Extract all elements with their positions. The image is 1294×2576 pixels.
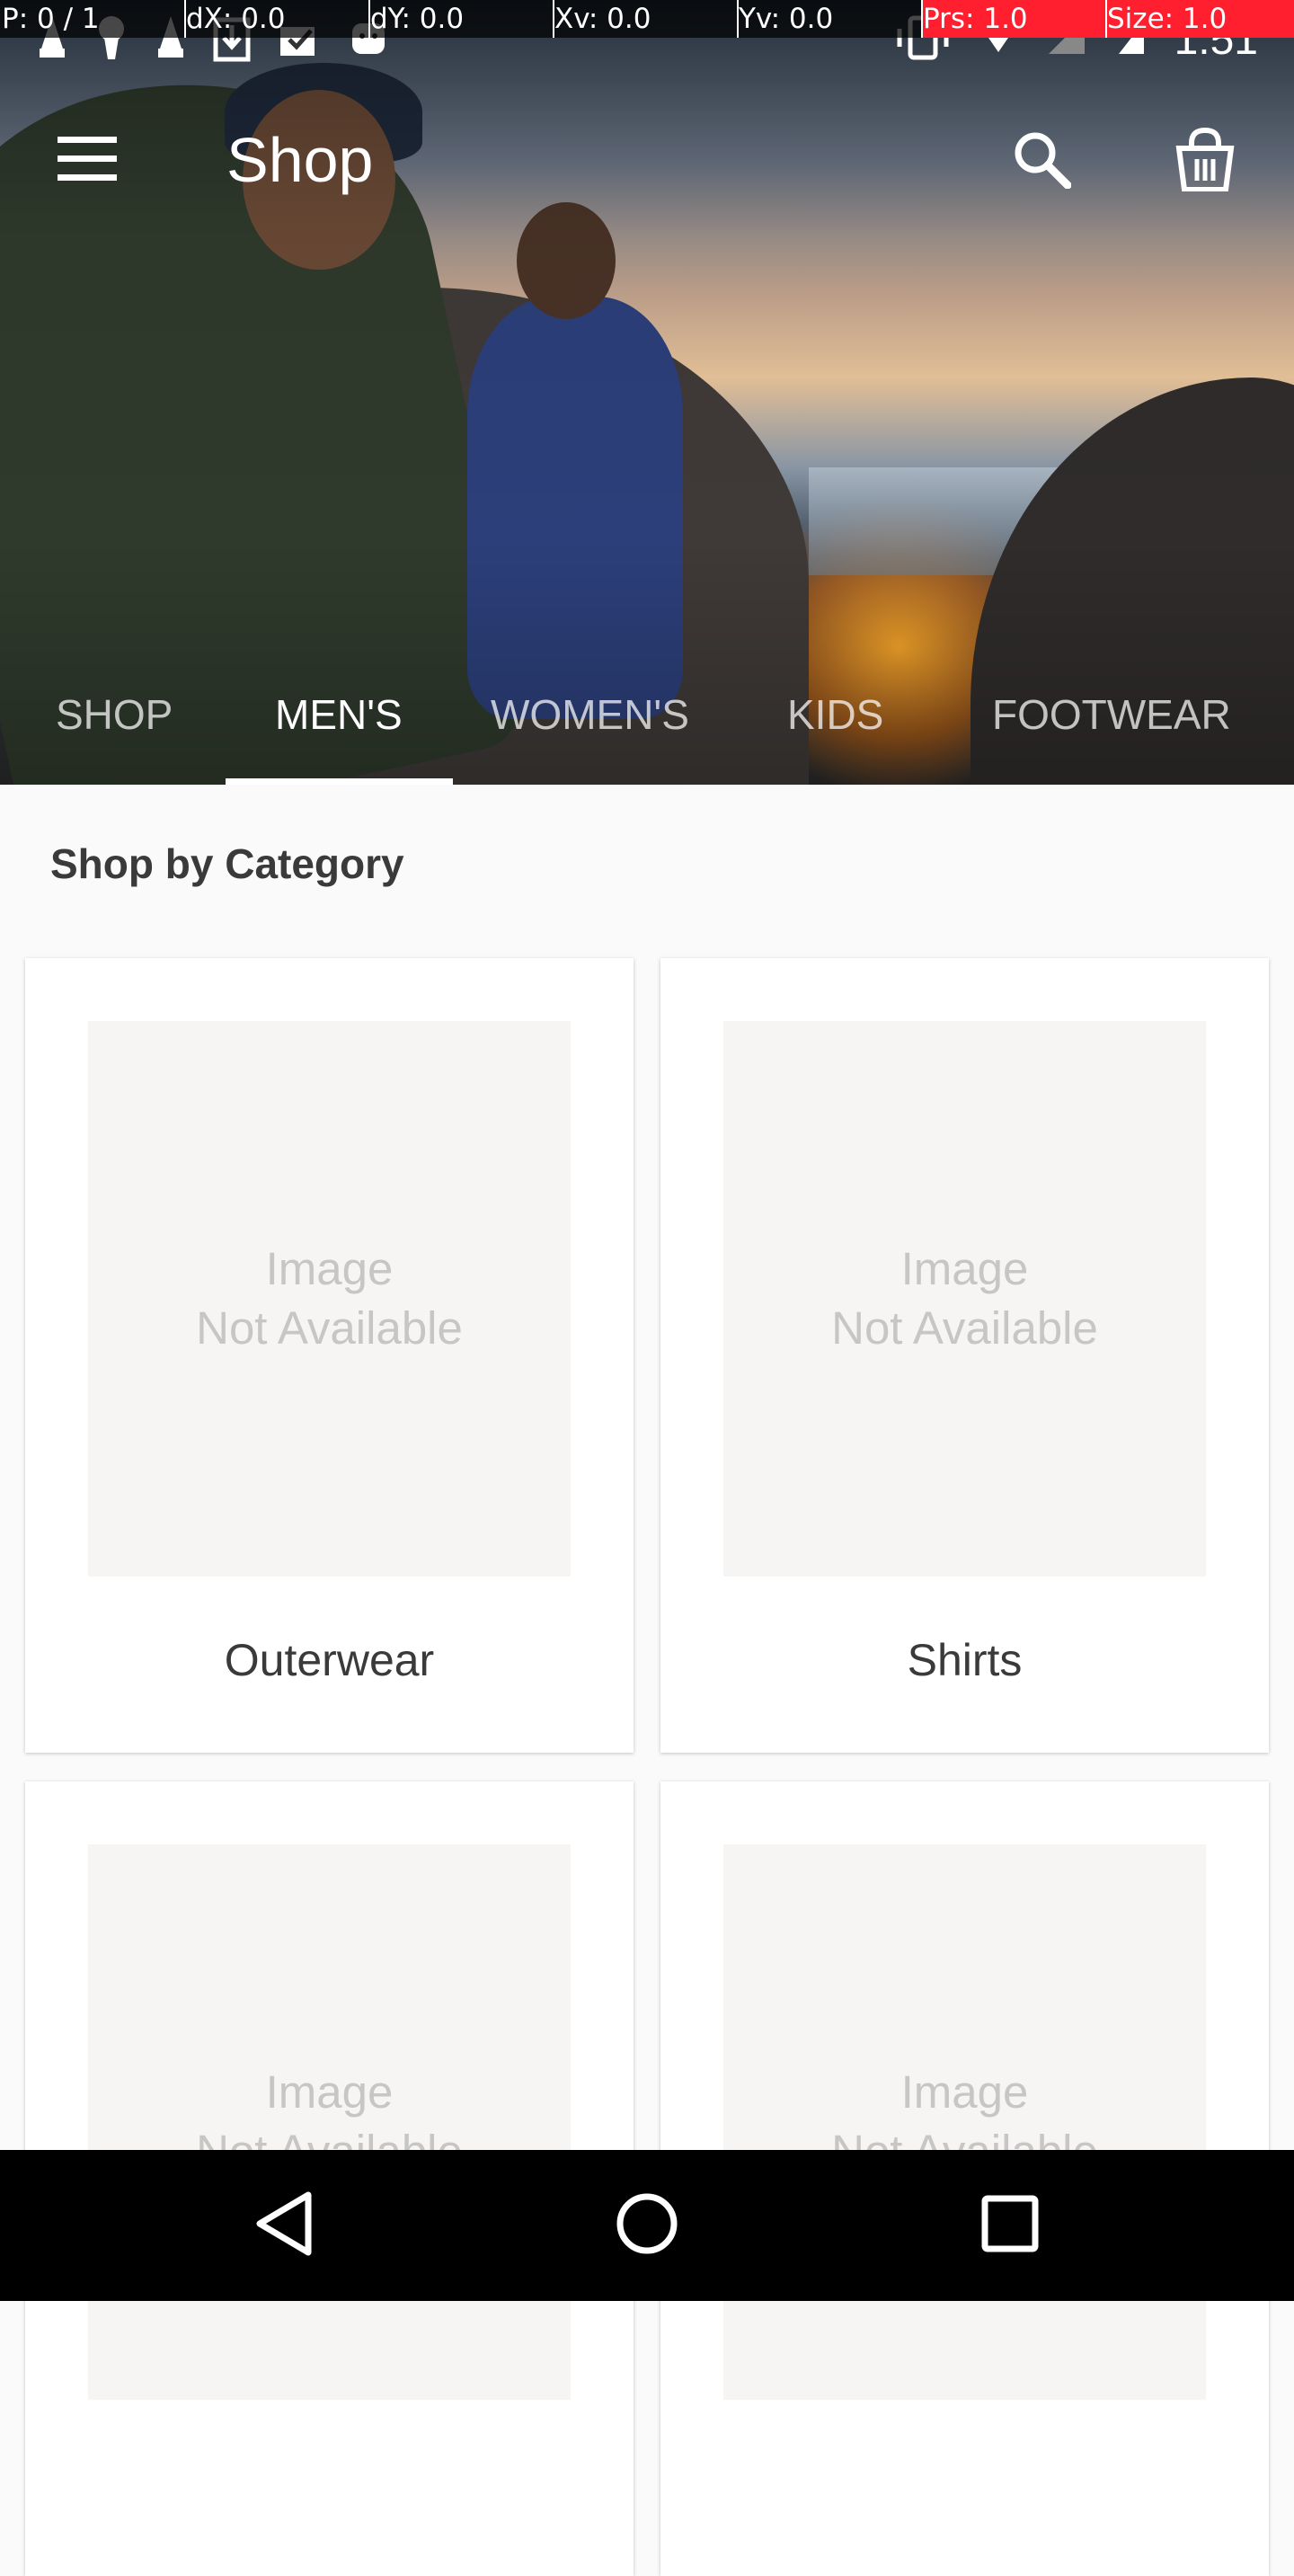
- category-card-shirts[interactable]: Image Not Available Shirts: [660, 958, 1269, 1753]
- tab-mens[interactable]: MEN'S: [275, 674, 403, 755]
- tab-kids[interactable]: KIDS: [787, 674, 883, 755]
- debug-pointer: P: 0 / 1: [2, 3, 100, 35]
- shopping-bag-icon: [1175, 127, 1235, 196]
- back-button[interactable]: [239, 2181, 329, 2270]
- category-label: Outerwear: [224, 1635, 435, 1685]
- image-placeholder: Image Not Available: [88, 1844, 571, 2400]
- image-placeholder-text: Image Not Available: [196, 1243, 463, 1354]
- page-title: Shop: [226, 125, 374, 195]
- active-tab-indicator: [226, 778, 453, 785]
- debug-dx: dX: 0.0: [186, 3, 286, 35]
- debug-pressure: Prs: 1.0: [923, 0, 1105, 38]
- tab-shop[interactable]: SHOP: [56, 674, 173, 755]
- menu-icon: [58, 136, 117, 186]
- recents-button[interactable]: [965, 2181, 1055, 2270]
- debug-yv: Yv: 0.0: [739, 3, 834, 35]
- search-button[interactable]: [992, 111, 1091, 210]
- home-circle-icon: [615, 2191, 679, 2261]
- debug-size: Size: 1.0: [1107, 0, 1294, 38]
- image-placeholder: Image Not Available: [723, 1844, 1206, 2400]
- tab-womens[interactable]: WOMEN'S: [491, 674, 689, 755]
- search-icon: [1012, 129, 1072, 193]
- pointer-location-bar: P: 0 / 1 dX: 0.0 dY: 0.0 Xv: 0.0 Yv: 0.0…: [0, 0, 1294, 38]
- back-triangle-icon: [254, 2191, 314, 2261]
- cart-button[interactable]: [1156, 111, 1254, 210]
- category-label: Shirts: [907, 1635, 1023, 1685]
- app-bar: Shop: [0, 74, 1294, 250]
- system-navigation-bar: [0, 2150, 1294, 2301]
- tab-footwear[interactable]: FOOTWEAR: [992, 674, 1231, 755]
- image-placeholder-text: Image Not Available: [831, 1243, 1098, 1354]
- image-placeholder: Image Not Available: [723, 1021, 1206, 1577]
- section-title: Shop by Category: [50, 840, 404, 887]
- recents-square-icon: [981, 2195, 1039, 2257]
- menu-button[interactable]: [38, 111, 137, 210]
- home-button[interactable]: [602, 2181, 692, 2270]
- debug-xv: Xv: 0.0: [554, 3, 651, 35]
- category-tabs: SHOP MEN'S WOMEN'S KIDS FOOTWEAR: [0, 647, 1294, 785]
- category-card-outerwear[interactable]: Image Not Available Outerwear: [25, 958, 634, 1753]
- image-placeholder: Image Not Available: [88, 1021, 571, 1577]
- debug-dy: dY: 0.0: [370, 3, 465, 35]
